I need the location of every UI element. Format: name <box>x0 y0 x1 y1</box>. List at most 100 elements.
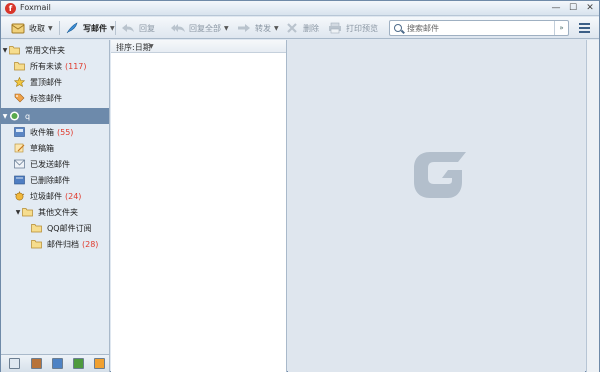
envelope-icon <box>11 23 25 34</box>
toolbar-divider <box>115 21 116 35</box>
folder-common[interactable]: ▼ 常用文件夹 <box>1 42 109 58</box>
calendar-module-icon[interactable] <box>52 358 63 369</box>
menu-lines-icon <box>579 23 590 25</box>
menu-lines-icon <box>579 27 590 29</box>
forward-button[interactable]: 转发 ▼ <box>237 20 279 36</box>
receive-label: 收取 <box>29 23 45 33</box>
folder-deleted[interactable]: 已删除邮件 <box>1 172 109 188</box>
folder-label: 已删除邮件 <box>30 175 70 185</box>
folder-junk[interactable]: 垃圾邮件 (24) <box>1 188 109 204</box>
minimize-button[interactable]: — <box>548 2 564 14</box>
chevron-down-icon[interactable]: ▼ <box>110 25 115 32</box>
folder-label: 邮件归档 <box>47 239 79 249</box>
folder-sidebar: ▼ 常用文件夹 所有未读 (117) 置顶邮件 标签邮件 ▼ q 收件箱 (55… <box>1 40 110 355</box>
drafts-icon <box>14 143 25 153</box>
folder-icon <box>9 46 20 55</box>
folder-all-unread[interactable]: 所有未读 (117) <box>1 58 109 74</box>
folder-inbox[interactable]: 收件箱 (55) <box>1 124 109 140</box>
compose-button[interactable]: 写邮件 ▼ <box>65 20 115 36</box>
folder-other[interactable]: ▼ 其他文件夹 <box>1 204 109 220</box>
contacts-module-icon[interactable] <box>31 358 42 369</box>
delete-x-icon <box>287 23 297 33</box>
mail-module-icon[interactable] <box>9 358 20 369</box>
chevron-down-icon[interactable]: ▼ <box>224 25 229 32</box>
delete-label: 删除 <box>303 23 319 33</box>
preview-scrollbar[interactable] <box>586 40 599 372</box>
folder-label: 所有未读 <box>30 61 62 71</box>
title-bar: f Foxmail — ☐ ✕ <box>1 1 599 16</box>
search-box[interactable]: » <box>389 20 569 36</box>
compose-label: 写邮件 <box>83 23 107 33</box>
reply-all-label: 回复全部 <box>189 23 221 33</box>
maximize-button[interactable]: ☐ <box>565 2 581 14</box>
unread-count: (117) <box>65 61 87 71</box>
folder-label: 其他文件夹 <box>38 207 78 217</box>
print-preview-label: 打印预览 <box>346 23 378 33</box>
collapse-triangle-icon[interactable]: ▼ <box>1 47 9 54</box>
folder-tagged[interactable]: 标签邮件 <box>1 90 109 106</box>
notes-module-icon[interactable] <box>73 358 84 369</box>
folder-icon <box>14 62 25 71</box>
junk-icon <box>14 191 25 201</box>
module-switcher-bar <box>1 354 110 372</box>
folder-starred[interactable]: 置顶邮件 <box>1 74 109 90</box>
unread-count: (24) <box>65 191 82 201</box>
receive-button[interactable]: 收取 ▼ <box>11 20 53 36</box>
reply-all-arrow-icon <box>171 24 185 32</box>
sort-bar[interactable]: 排序:日期 ▼ <box>111 40 286 53</box>
main-menu-button[interactable] <box>579 23 590 33</box>
collapse-triangle-icon[interactable]: ▼ <box>14 209 22 216</box>
menu-lines-icon <box>579 31 590 33</box>
rss-module-icon[interactable] <box>94 358 105 369</box>
folder-label: 草稿箱 <box>30 143 54 153</box>
foxmail-logo-icon: f <box>5 3 16 14</box>
account-node[interactable]: ▼ q <box>1 108 109 124</box>
toolbar: 收取 ▼ 写邮件 ▼ 回复 回复全部 ▼ 转发 ▼ 删除 打印预览 搜索邮件 » <box>1 17 599 39</box>
tag-icon <box>14 93 25 103</box>
reply-button[interactable]: 回复 <box>121 20 155 36</box>
folder-sent[interactable]: 已发送邮件 <box>1 156 109 172</box>
printer-icon <box>329 22 341 34</box>
feather-pen-icon <box>66 22 78 34</box>
search-input[interactable] <box>407 23 545 34</box>
sent-icon <box>14 159 25 169</box>
foxmail-watermark-logo-icon <box>414 152 466 198</box>
folder-label: 标签邮件 <box>30 93 62 103</box>
account-label: q <box>25 111 31 121</box>
folder-qq-subscription[interactable]: QQ邮件订阅 <box>1 220 109 236</box>
mail-list[interactable]: 排序:日期 ▼ <box>111 40 287 372</box>
chevron-down-icon[interactable]: ▼ <box>274 25 279 32</box>
chevron-down-icon[interactable]: ▼ <box>48 25 53 32</box>
reply-arrow-icon <box>122 24 134 32</box>
folder-icon <box>22 208 33 217</box>
preview-pane <box>288 40 585 372</box>
print-preview-button[interactable]: 打印预览 <box>328 20 378 36</box>
folder-label: 置顶邮件 <box>30 77 62 87</box>
reply-label: 回复 <box>139 23 155 33</box>
inbox-icon <box>14 127 25 137</box>
qq-account-icon <box>10 111 19 121</box>
sort-label: 排序:日期 <box>116 43 151 52</box>
folder-drafts[interactable]: 草稿箱 <box>1 140 109 156</box>
chevron-down-icon[interactable]: ▼ <box>149 43 154 50</box>
delete-button[interactable]: 删除 <box>285 20 319 36</box>
collapse-triangle-icon[interactable]: ▼ <box>1 113 9 120</box>
folder-label: 收件箱 <box>30 127 54 137</box>
forward-arrow-icon <box>238 24 250 32</box>
close-button[interactable]: ✕ <box>582 2 598 14</box>
forward-label: 转发 <box>255 23 271 33</box>
unread-count: (28) <box>82 239 99 249</box>
unread-count: (55) <box>57 127 74 137</box>
folder-label: 垃圾邮件 <box>30 191 62 201</box>
folder-icon <box>31 224 42 233</box>
folder-icon <box>31 240 42 249</box>
app-window: f Foxmail — ☐ ✕ 收取 ▼ 写邮件 ▼ 回复 回复全部 ▼ 转发 … <box>0 0 600 372</box>
folder-archive[interactable]: 邮件归档 (28) <box>1 236 109 252</box>
window-title: Foxmail <box>20 3 51 12</box>
search-options-icon[interactable]: » <box>554 21 568 35</box>
toolbar-divider <box>59 21 60 35</box>
star-icon <box>14 77 25 87</box>
folder-label: 已发送邮件 <box>30 159 70 169</box>
folder-label: 常用文件夹 <box>25 45 65 55</box>
reply-all-button[interactable]: 回复全部 ▼ <box>171 20 229 36</box>
